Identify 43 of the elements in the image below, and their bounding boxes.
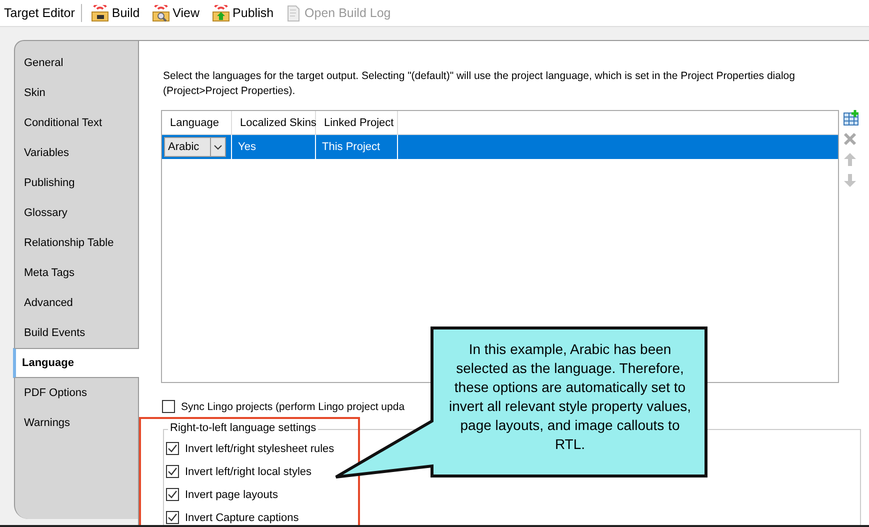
sidebar-tab[interactable]: PDF Options bbox=[15, 378, 138, 408]
sidebar-tab[interactable]: Conditional Text bbox=[15, 108, 138, 138]
sidebar-tab[interactable]: Glossary bbox=[15, 198, 138, 228]
checkbox-label: Sync Lingo projects (perform Lingo project upda bbox=[181, 400, 405, 412]
sidebar-tab[interactable]: Language bbox=[13, 348, 139, 378]
document-icon bbox=[286, 4, 302, 22]
folder-target-icon bbox=[90, 4, 109, 22]
column-header[interactable]: Localized Skins bbox=[232, 111, 316, 134]
build-button[interactable]: Build bbox=[88, 4, 143, 22]
table-cell: This Project bbox=[316, 135, 398, 159]
sidebar-tab[interactable]: Relationship Table bbox=[15, 228, 138, 258]
caret-icon bbox=[214, 144, 222, 150]
sidebar-tab[interactable]: Build Events bbox=[15, 318, 138, 348]
sidebar-tab[interactable]: Skin bbox=[15, 78, 138, 108]
checkbox-label: Invert left/right stylesheet rules bbox=[185, 442, 334, 454]
checkbox-label: Invert left/right local styles bbox=[185, 466, 312, 478]
add-row-icon[interactable] bbox=[843, 110, 860, 126]
checkbox[interactable] bbox=[166, 465, 179, 478]
language-dropdown[interactable]: Arabic bbox=[164, 137, 226, 157]
table-cell: Yes bbox=[232, 135, 316, 159]
checkbox[interactable] bbox=[162, 400, 175, 413]
table-row[interactable]: Arabic Yes This Project bbox=[162, 135, 838, 159]
checkbox[interactable] bbox=[166, 442, 179, 455]
sidebar-tab[interactable]: Variables bbox=[15, 138, 138, 168]
sidebar-tab[interactable]: Warnings bbox=[15, 408, 138, 438]
column-header[interactable]: Language bbox=[162, 111, 232, 134]
checkbox[interactable] bbox=[166, 511, 179, 524]
group-title: Right-to-left language settings bbox=[168, 422, 318, 434]
folder-target-icon bbox=[212, 4, 230, 22]
sidebar-tab[interactable]: Publishing bbox=[15, 168, 138, 198]
column-header[interactable]: Linked Project bbox=[316, 111, 398, 134]
description-text: Select the languages for the target output. Selecting "(default)" will use the project language, which is set in the Project Properties dialog (Project>Project Properties). bbox=[163, 69, 796, 99]
publish-button[interactable]: Publish bbox=[208, 4, 277, 22]
sidebar-tab[interactable]: General bbox=[15, 48, 138, 78]
sidebar-tab[interactable]: Meta Tags bbox=[15, 258, 138, 288]
checkbox-label: Invert Capture captions bbox=[185, 512, 299, 524]
folder-target-icon bbox=[152, 4, 170, 22]
sidebar-tab[interactable]: Advanced bbox=[15, 288, 138, 318]
view-button[interactable]: View bbox=[148, 4, 203, 22]
editor-title: Target Editor bbox=[4, 4, 82, 22]
checkbox-label: Invert page layouts bbox=[185, 488, 278, 500]
callout-text: In this example, Arabic has been selected as the language. Therefore, these options are automatically set to invert all relevant style property values, page layouts, and image callouts to RTL. bbox=[448, 340, 692, 454]
checkbox[interactable] bbox=[166, 488, 179, 501]
